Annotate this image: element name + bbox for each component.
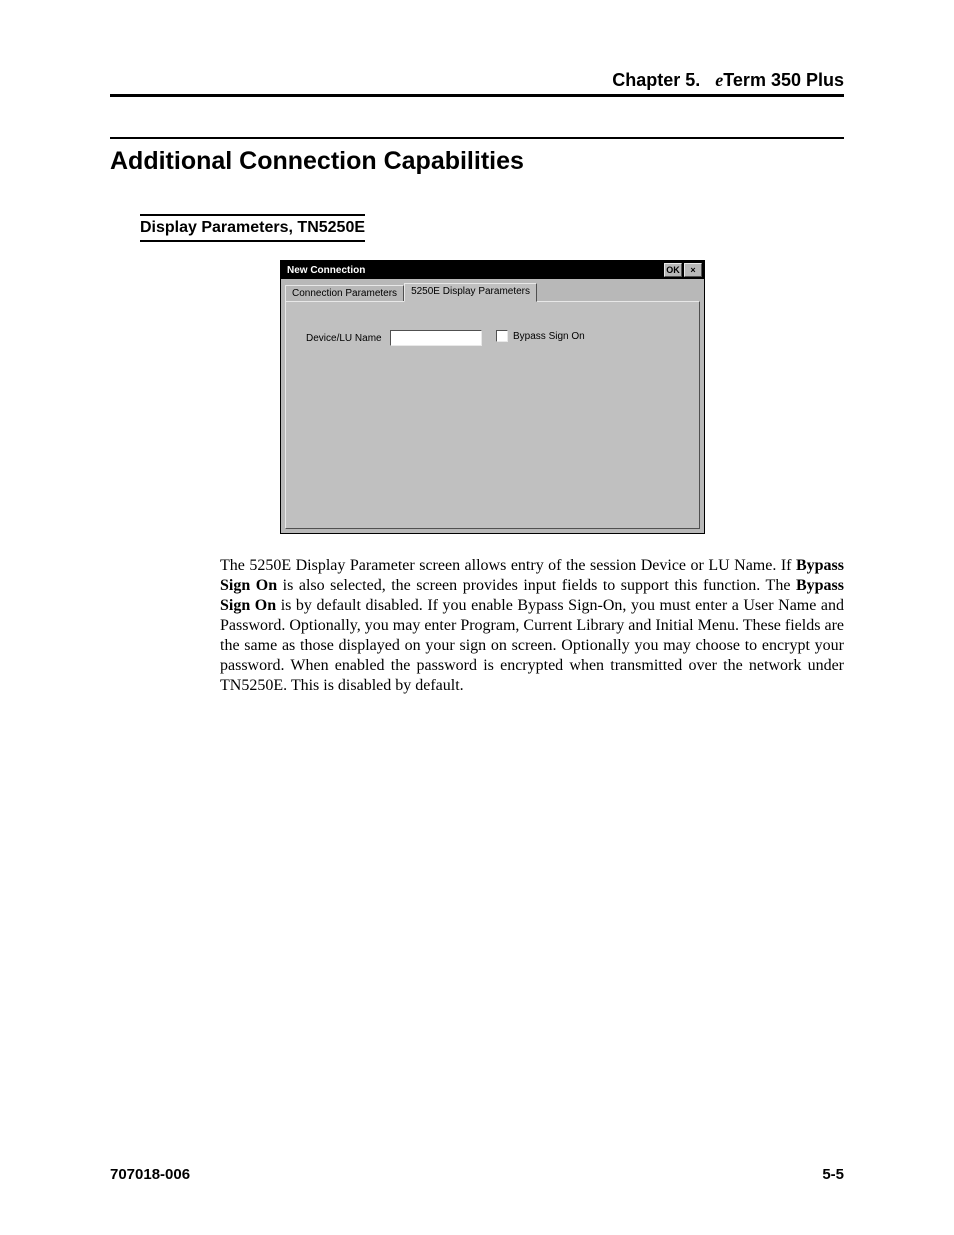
chapter-label: Chapter 5. [612,70,700,90]
tab-connection-parameters[interactable]: Connection Parameters [285,285,404,302]
para-text-2: is also selected, the screen provides in… [277,577,796,594]
bypass-sign-on-checkbox[interactable] [496,330,508,342]
ok-button[interactable]: OK [664,263,682,277]
para-text-1: The 5250E Display Parameter screen allow… [220,557,796,574]
document-number: 707018-006 [110,1166,190,1183]
device-lu-name-input[interactable] [390,330,482,346]
body-paragraph: The 5250E Display Parameter screen allow… [220,556,844,696]
chapter-header: Chapter 5. eTerm 350 Plus [110,70,844,97]
new-connection-dialog: New Connection OK × Connection Parameter… [280,260,705,534]
device-lu-name-label: Device/LU Name [306,333,382,344]
tab-panel: Device/LU Name Bypass Sign On [285,301,700,529]
section-title: Additional Connection Capabilities [110,137,844,176]
para-text-3: is by default disabled. If you enable By… [220,597,844,694]
tab-strip: Connection Parameters 5250E Display Para… [281,279,704,302]
page-number: 5-5 [822,1166,844,1183]
product-name: Term 350 Plus [723,70,844,90]
dialog-title: New Connection [287,265,662,276]
page-footer: 707018-006 5-5 [110,1166,844,1183]
close-button[interactable]: × [684,263,702,277]
subsection-title: Display Parameters, TN5250E [140,214,365,242]
bypass-sign-on-label: Bypass Sign On [513,331,585,342]
tab-5250e-display-parameters[interactable]: 5250E Display Parameters [404,283,537,302]
dialog-titlebar: New Connection OK × [281,261,704,279]
